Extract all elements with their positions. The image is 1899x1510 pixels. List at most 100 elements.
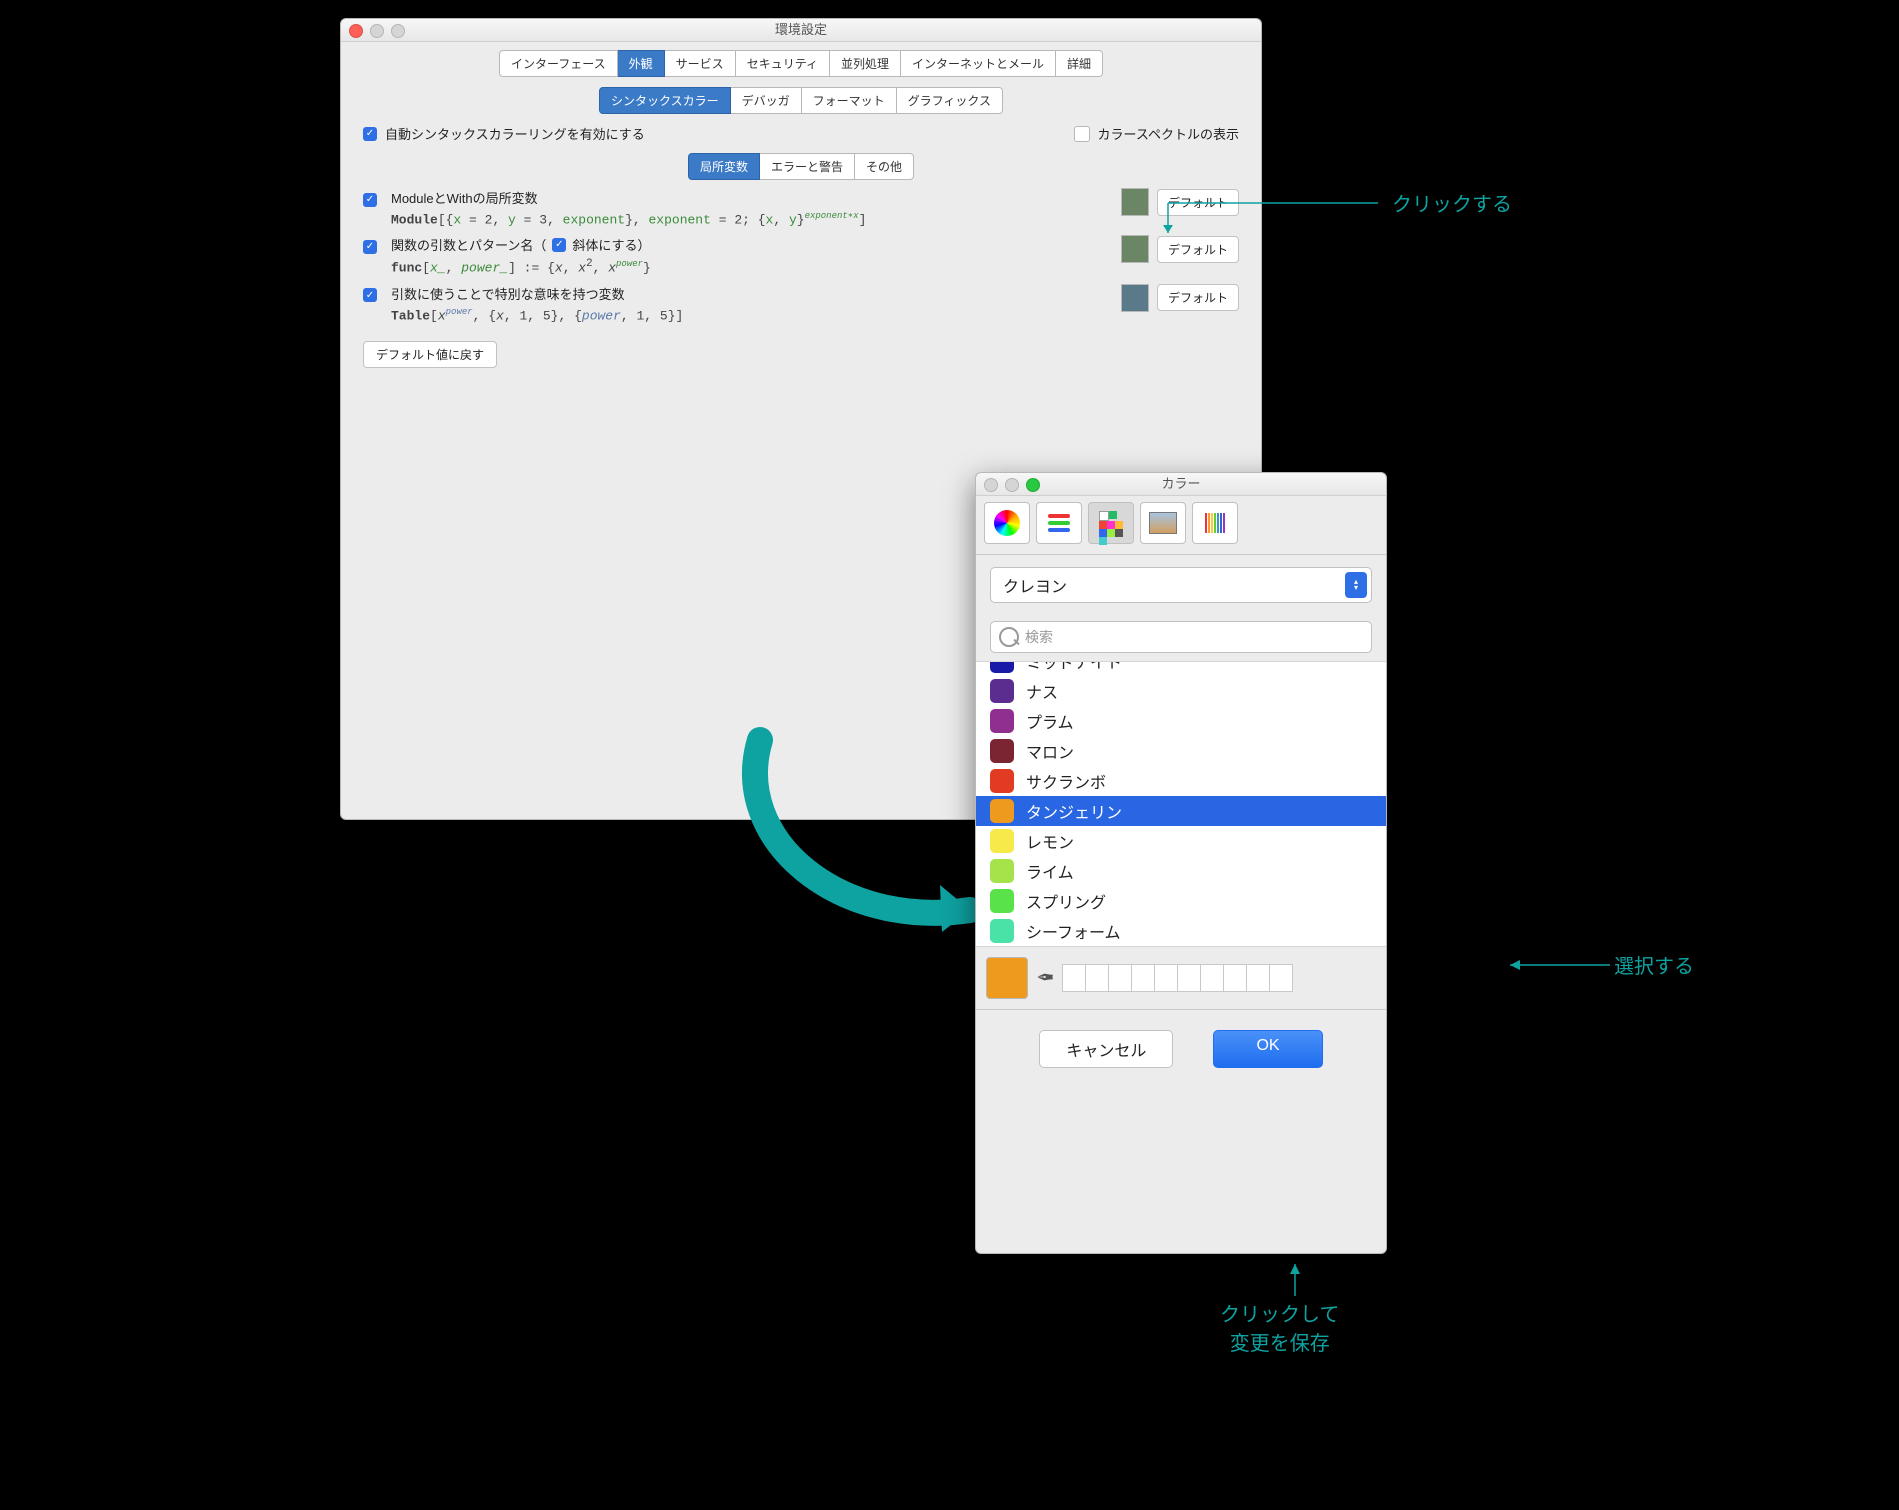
color-search-input[interactable]: 検索 — [990, 621, 1372, 653]
pref-tab1-4[interactable]: 並列処理 — [830, 50, 901, 77]
color-wheel-icon — [994, 510, 1020, 536]
pref-tab3-1[interactable]: エラーと警告 — [760, 153, 855, 180]
color-item-0[interactable]: ミッドナイト — [976, 661, 1386, 676]
spectrum-label: カラースペクトルの表示 — [1098, 124, 1239, 143]
color-swatch-icon — [990, 661, 1014, 673]
pref-tabs-3: 局所変数エラーと警告その他 — [363, 153, 1239, 180]
pref-tab3-0[interactable]: 局所変数 — [688, 153, 760, 180]
item2-checkbox[interactable] — [363, 240, 377, 254]
item3-default-button[interactable]: デフォルト — [1157, 284, 1239, 311]
color-palette-tab[interactable] — [1088, 502, 1134, 544]
item2-italic-checkbox[interactable] — [552, 238, 566, 252]
color-swatch-icon — [990, 799, 1014, 823]
palette-icon — [1099, 511, 1123, 535]
color-item-label: シーフォーム — [1026, 919, 1121, 943]
callout-click-line — [1168, 203, 1388, 253]
pref-tabs-2: シンタックスカラーデバッガフォーマットグラフィックス — [341, 87, 1261, 114]
swatch-grid[interactable] — [1062, 964, 1293, 992]
item1-color-swatch[interactable] — [1121, 188, 1149, 216]
color-item-label: ナス — [1026, 679, 1058, 703]
curved-arrow-icon — [700, 720, 1000, 980]
color-panel-window: カラー クレヨン — [975, 472, 1387, 1254]
item1-title: ModuleとWithの局所変数 — [391, 188, 1107, 207]
callout-click-label: クリックする — [1392, 188, 1512, 217]
color-swatch-icon — [990, 709, 1014, 733]
color-item-label: ミッドナイト — [1026, 661, 1122, 673]
item3-checkbox[interactable] — [363, 288, 377, 302]
pref-tabs-1: インターフェース外観サービスセキュリティ並列処理インターネットとメール詳細 — [341, 50, 1261, 77]
current-color-well[interactable] — [986, 957, 1028, 999]
color-swatch-icon — [990, 769, 1014, 793]
color-item-5[interactable]: タンジェリン — [976, 796, 1386, 826]
cp-zoom-icon[interactable] — [1026, 478, 1040, 492]
pref-titlebar: 環境設定 — [341, 19, 1261, 42]
cp-close-icon[interactable] — [984, 478, 998, 492]
color-item-6[interactable]: レモン — [976, 826, 1386, 856]
callout-save-label: クリックして 変更を保存 — [1220, 1298, 1339, 1356]
image-palette-icon — [1149, 512, 1177, 534]
item2-color-swatch[interactable] — [1121, 235, 1149, 263]
pref-tab1-0[interactable]: インターフェース — [499, 50, 618, 77]
pref-tab2-0[interactable]: シンタックスカラー — [599, 87, 731, 114]
color-item-8[interactable]: スプリング — [976, 886, 1386, 916]
pref-tab1-6[interactable]: 詳細 — [1056, 50, 1103, 77]
color-item-9[interactable]: シーフォーム — [976, 916, 1386, 946]
pref-tab2-2[interactable]: フォーマット — [802, 87, 897, 114]
item3-color-swatch[interactable] — [1121, 284, 1149, 312]
zoom-icon[interactable] — [391, 24, 405, 38]
restore-defaults-button[interactable]: デフォルト値に戻す — [363, 341, 497, 368]
palette-dropdown-label: クレヨン — [1003, 573, 1067, 597]
pref-tab1-5[interactable]: インターネットとメール — [901, 50, 1056, 77]
item1-checkbox[interactable] — [363, 193, 377, 207]
color-item-2[interactable]: プラム — [976, 706, 1386, 736]
pref-tab1-2[interactable]: サービス — [665, 50, 736, 77]
callout-save-line — [1290, 1256, 1300, 1296]
color-item-label: プラム — [1026, 709, 1074, 733]
image-palette-tab[interactable] — [1140, 502, 1186, 544]
color-swatch-icon — [990, 889, 1014, 913]
item1-code: Module[{x = 2, y = 3, exponent}, exponen… — [391, 211, 1107, 227]
color-panel-title: カラー — [1161, 476, 1200, 491]
color-item-label: ライム — [1026, 859, 1074, 883]
color-swatch-icon — [990, 859, 1014, 883]
pencils-tab[interactable] — [1192, 502, 1238, 544]
item2-code: func[x_, power_] := {x, x2, xpower} — [391, 258, 1107, 275]
item3-code: Table[xpower, {x, 1, 5}, {power, 1, 5}] — [391, 307, 1107, 323]
color-item-1[interactable]: ナス — [976, 676, 1386, 706]
color-panel-titlebar: カラー — [976, 473, 1386, 496]
eyedropper-icon[interactable]: ✒ — [1036, 965, 1054, 991]
close-icon[interactable] — [349, 24, 363, 38]
pref-tab3-2[interactable]: その他 — [855, 153, 914, 180]
color-swatch-icon — [990, 679, 1014, 703]
item2-title: 関数の引数とパターン名（ — [391, 235, 546, 254]
color-item-4[interactable]: サクランボ — [976, 766, 1386, 796]
color-swatch-icon — [990, 919, 1014, 943]
color-item-7[interactable]: ライム — [976, 856, 1386, 886]
color-item-label: タンジェリン — [1026, 799, 1122, 823]
search-icon — [999, 627, 1019, 647]
color-item-label: スプリング — [1026, 889, 1106, 913]
auto-syntax-label: 自動シンタックスカラーリングを有効にする — [385, 124, 645, 143]
pref-tab1-1[interactable]: 外観 — [618, 50, 665, 77]
pref-tab2-3[interactable]: グラフィックス — [897, 87, 1003, 114]
palette-dropdown[interactable]: クレヨン — [990, 567, 1372, 603]
pencils-icon — [1205, 513, 1225, 533]
pref-tab2-1[interactable]: デバッガ — [731, 87, 802, 114]
color-item-label: サクランボ — [1026, 769, 1106, 793]
color-swatch-icon — [990, 739, 1014, 763]
cancel-button[interactable]: キャンセル — [1039, 1030, 1173, 1068]
color-swatch-icon — [990, 829, 1014, 853]
search-placeholder: 検索 — [1025, 627, 1053, 647]
callout-select-line — [1500, 960, 1610, 970]
ok-button[interactable]: OK — [1213, 1030, 1322, 1068]
color-wheel-tab[interactable] — [984, 502, 1030, 544]
callout-select-label: 選択する — [1614, 950, 1694, 979]
spectrum-checkbox[interactable] — [1074, 126, 1090, 142]
color-item-label: レモン — [1026, 829, 1074, 853]
color-item-3[interactable]: マロン — [976, 736, 1386, 766]
auto-syntax-checkbox[interactable] — [363, 127, 377, 141]
pref-tab1-3[interactable]: セキュリティ — [736, 50, 830, 77]
color-sliders-tab[interactable] — [1036, 502, 1082, 544]
cp-minimize-icon[interactable] — [1005, 478, 1019, 492]
minimize-icon[interactable] — [370, 24, 384, 38]
